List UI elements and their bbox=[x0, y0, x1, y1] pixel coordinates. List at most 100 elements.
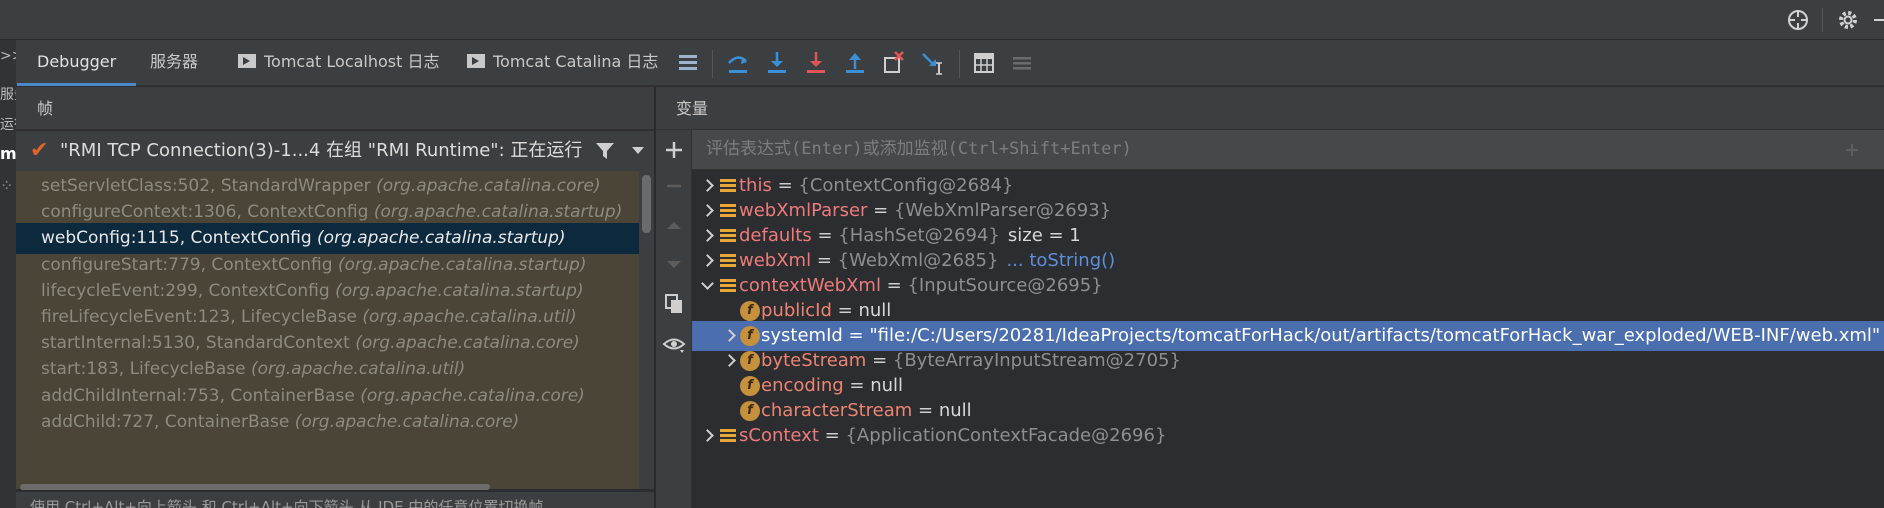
equals-sign: = bbox=[831, 300, 859, 321]
frames-horizontal-scrollbar[interactable] bbox=[16, 483, 654, 491]
frame-package: (org.apache.catalina.startup) bbox=[373, 202, 623, 223]
trace-icon[interactable] bbox=[1008, 49, 1036, 77]
equals-sign: = bbox=[842, 325, 870, 346]
variable-name: contextWebXml bbox=[739, 275, 881, 296]
stack-frame-row[interactable]: addChild:727, ContainerBase (org.apache.… bbox=[16, 407, 639, 438]
frame-method: lifecycleEvent:299, ContextConfig bbox=[41, 280, 330, 301]
equals-sign: = bbox=[880, 275, 908, 296]
tab-debugger[interactable]: Debugger bbox=[16, 40, 137, 86]
variables-side-toolbar bbox=[656, 130, 692, 508]
gear-icon[interactable] bbox=[1836, 8, 1860, 32]
expand-chevron-icon[interactable]: >> bbox=[0, 48, 16, 64]
debugger-tab-bar: Debugger 服务器 Tomcat Localhost 日志 Tomcat … bbox=[16, 40, 1884, 86]
scrollbar-thumb[interactable] bbox=[642, 175, 651, 233]
strip-label-m[interactable]: m bbox=[0, 144, 16, 163]
strip-label-services[interactable]: 服务 bbox=[0, 84, 16, 104]
step-into-icon[interactable] bbox=[763, 49, 791, 77]
frame-method: setServletClass:502, StandardWrapper bbox=[41, 176, 371, 196]
frames-vertical-scrollbar[interactable] bbox=[639, 171, 654, 489]
variable-name: webXml bbox=[739, 250, 812, 271]
local-variable-icon bbox=[720, 179, 736, 193]
tab-label: Tomcat Localhost 日志 bbox=[264, 52, 440, 71]
toolbar-divider bbox=[712, 50, 713, 78]
variable-value: null bbox=[858, 300, 892, 321]
to-string-link[interactable]: ... toString() bbox=[1006, 250, 1115, 271]
move-down-icon[interactable] bbox=[662, 252, 686, 276]
equals-sign: = bbox=[867, 200, 894, 221]
minus-icon[interactable] bbox=[1870, 8, 1884, 32]
drop-frame-icon[interactable] bbox=[880, 49, 908, 77]
variable-value: {HashSet@2694} bbox=[838, 225, 1000, 246]
move-up-icon[interactable] bbox=[662, 214, 686, 238]
loading-spinner-icon: ⁘ bbox=[0, 176, 14, 195]
frame-method: webConfig:1115, ContextConfig bbox=[41, 228, 312, 249]
tab-tomcat-localhost-log[interactable]: Tomcat Localhost 日志 bbox=[238, 40, 440, 86]
equals-sign: = bbox=[771, 175, 799, 196]
field-icon: f bbox=[740, 326, 760, 346]
remove-watch-icon[interactable] bbox=[662, 174, 686, 198]
evaluate-expression-input[interactable]: 评估表达式(Enter)或添加监视(Ctrl+Shift+Enter) bbox=[706, 130, 1132, 168]
frame-package: (org.apache.catalina.core) bbox=[376, 176, 601, 196]
expand-arrow-icon[interactable] bbox=[700, 421, 714, 451]
evaluate-icon[interactable] bbox=[970, 49, 998, 77]
frame-method: addChild:727, ContainerBase bbox=[41, 411, 290, 432]
frame-method: configureContext:1306, ContextConfig bbox=[41, 202, 369, 223]
frame-method: startInternal:5130, StandardContext bbox=[41, 333, 350, 354]
local-variable-icon bbox=[720, 229, 736, 243]
window-top-bar bbox=[0, 0, 1884, 40]
variable-entry: sContext = {ApplicationContextFacade@269… bbox=[739, 421, 1166, 451]
step-out-icon[interactable] bbox=[841, 49, 869, 77]
variable-name: encoding bbox=[761, 375, 844, 396]
tab-tomcat-catalina-log[interactable]: Tomcat Catalina 日志 bbox=[467, 40, 658, 86]
variable-name: byteStream bbox=[761, 350, 867, 371]
frame-method: start:183, LifecycleBase bbox=[41, 359, 246, 380]
equals-sign: = bbox=[818, 425, 846, 446]
add-to-watches-icon[interactable] bbox=[1842, 140, 1862, 160]
variable-row[interactable]: sContext = {ApplicationContextFacade@269… bbox=[692, 421, 1884, 451]
frame-package: (org.apache.catalina.core) bbox=[360, 385, 585, 406]
frame-package: (org.apache.catalina.startup) bbox=[317, 228, 566, 249]
variable-value: {InputSource@2695} bbox=[907, 275, 1103, 296]
console-icon bbox=[467, 54, 485, 68]
frames-list: setServletClass:502, StandardWrapper (or… bbox=[16, 171, 639, 489]
thread-label: "RMI TCP Connection(3)-1...4 在组 "RMI Run… bbox=[60, 140, 583, 161]
strip-label-run[interactable]: 运行 bbox=[0, 114, 16, 134]
variable-name: sContext bbox=[739, 425, 819, 446]
chevron-down-icon[interactable] bbox=[631, 146, 645, 156]
filter-icon[interactable] bbox=[594, 141, 616, 161]
variable-extra: size = 1 bbox=[1007, 225, 1081, 246]
run-to-cursor-icon[interactable] bbox=[919, 49, 947, 77]
variables-tree: this = {ContextConfig@2684} webXmlParser … bbox=[692, 171, 1884, 508]
frames-icon[interactable] bbox=[674, 49, 702, 77]
tab-server[interactable]: 服务器 bbox=[150, 40, 198, 86]
variables-panel-title: 变量 bbox=[656, 87, 1884, 130]
variable-value: "file:/C:/Users/20281/IdeaProjects/tomca… bbox=[869, 325, 1881, 346]
thread-selector[interactable]: ✔ "RMI TCP Connection(3)-1...4 在组 "RMI R… bbox=[16, 131, 654, 171]
local-variable-icon bbox=[720, 254, 736, 268]
eye-icon[interactable] bbox=[662, 332, 686, 356]
force-step-into-icon[interactable] bbox=[802, 49, 830, 77]
equals-sign: = bbox=[811, 225, 839, 246]
frame-method: addChildInternal:753, ContainerBase bbox=[41, 385, 355, 406]
left-tool-strip: >> 服务 运行 m ⁘ bbox=[0, 40, 16, 508]
console-icon bbox=[238, 54, 256, 68]
variable-value: null bbox=[938, 400, 972, 421]
frame-package: (org.apache.catalina.core) bbox=[294, 411, 520, 432]
copy-icon[interactable] bbox=[662, 292, 686, 316]
scrollbar-thumb[interactable] bbox=[20, 484, 490, 490]
field-icon: f bbox=[740, 376, 760, 396]
evaluate-expression-bar[interactable]: 评估表达式(Enter)或添加监视(Ctrl+Shift+Enter) bbox=[692, 130, 1884, 170]
variable-name: this bbox=[739, 175, 772, 196]
toolbar-divider bbox=[1822, 8, 1823, 32]
variable-value: {ApplicationContextFacade@2696} bbox=[845, 425, 1167, 446]
crosshair-icon[interactable] bbox=[1786, 8, 1810, 32]
step-over-icon[interactable] bbox=[724, 49, 752, 77]
toolbar-divider bbox=[959, 50, 960, 78]
variable-name: webXmlParser bbox=[739, 200, 868, 221]
frame-method: fireLifecycleEvent:123, LifecycleBase bbox=[41, 307, 358, 327]
equals-sign: = bbox=[843, 375, 871, 396]
frames-hint-text: 使用 Ctrl+Alt+向上箭头 和 Ctrl+Alt+向下箭头 从 IDE 中… bbox=[16, 492, 654, 508]
local-variable-icon bbox=[720, 204, 736, 218]
add-watch-icon[interactable] bbox=[662, 138, 686, 162]
equals-sign: = bbox=[912, 400, 939, 421]
